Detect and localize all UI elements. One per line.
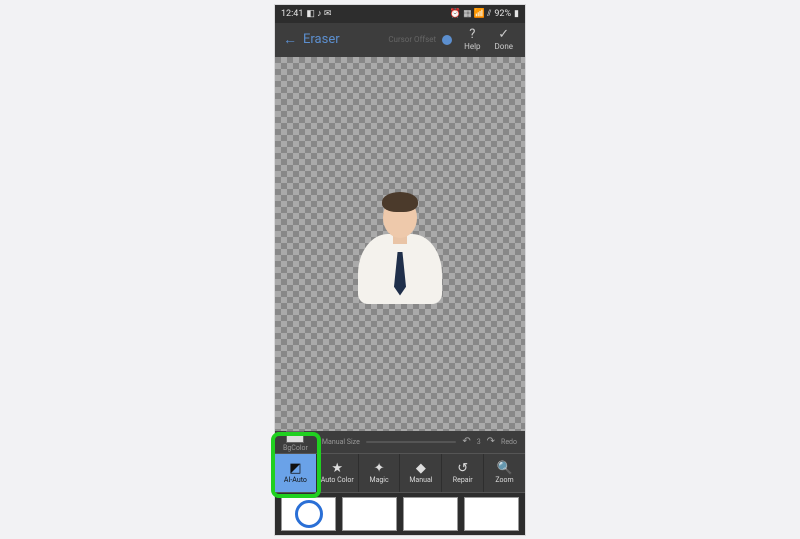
tool-label: Auto Color [321,476,354,484]
sub-toolbar: BgColor Manual Size ↶ 3 ↷ Redo [275,431,525,453]
tool-label: Magic [369,476,388,484]
back-button[interactable]: ← [283,31,297,48]
tool-zoom[interactable]: 🔍Zoom [484,454,525,492]
help-icon: ? [469,28,475,41]
help-button[interactable]: ? Help [460,28,484,51]
tool-manual[interactable]: ◆Manual [400,454,442,492]
check-icon: ✓ [498,28,509,41]
redo-button[interactable]: ↷ [487,436,495,447]
redo-label: Redo [501,438,517,446]
battery-icon: ▮ [514,9,519,19]
repair-icon: ↺ [457,462,468,475]
undo-count: 3 [477,438,481,446]
phone-frame: 12:41 ◧ ♪ ✉ ⏰ ▦ 📶 ⫽ 92% ▮ ← Eraser Curso… [275,5,525,535]
manual-icon: ◆ [416,462,426,475]
status-right-icons: ⏰ ▦ 📶 ⫽ [450,9,492,19]
manual-size-label: Manual Size [322,438,360,446]
thumbnail[interactable] [464,497,519,531]
status-time: 12:41 [281,9,303,19]
auto-color-icon: ★ [331,462,343,475]
screen-title: Eraser [303,32,340,47]
tool-label: AI-Auto [284,476,307,484]
undo-button[interactable]: ↶ [462,436,470,447]
status-battery: 92% [494,9,511,19]
tool-ai-auto[interactable]: ◩AI-Auto [275,454,317,492]
bgcolor-swatch[interactable] [286,431,304,443]
status-bar: 12:41 ◧ ♪ ✉ ⏰ ▦ 📶 ⫽ 92% ▮ [275,5,525,23]
app-top-bar: ← Eraser Cursor Offset ? Help ✓ Done [275,23,525,57]
zoom-icon: 🔍 [496,462,512,475]
thumbnail[interactable] [342,497,397,531]
cursor-offset-label: Cursor Offset [388,35,436,44]
tool-repair[interactable]: ↺Repair [442,454,484,492]
done-button[interactable]: ✓ Done [491,28,517,51]
thumbnail-strip [275,493,525,535]
ai-auto-icon: ◩ [289,462,301,475]
thumbnail[interactable] [281,497,336,531]
editor-canvas[interactable] [275,57,525,431]
magic-icon: ✦ [374,462,385,475]
thumbnail[interactable] [403,497,458,531]
tool-label: Manual [409,476,432,484]
tool-bar: ◩AI-Auto★Auto Color✦Magic◆Manual↺Repair🔍… [275,453,525,493]
tool-auto-color[interactable]: ★Auto Color [317,454,359,492]
cursor-offset-slider[interactable] [442,35,452,45]
subject-cutout [357,184,443,304]
tool-label: Zoom [495,476,513,484]
bgcolor-label: BgColor [283,444,308,452]
tool-label: Repair [453,476,473,484]
tool-magic[interactable]: ✦Magic [359,454,401,492]
size-slider[interactable] [366,441,457,443]
status-left-icons: ◧ ♪ ✉ [306,8,331,19]
